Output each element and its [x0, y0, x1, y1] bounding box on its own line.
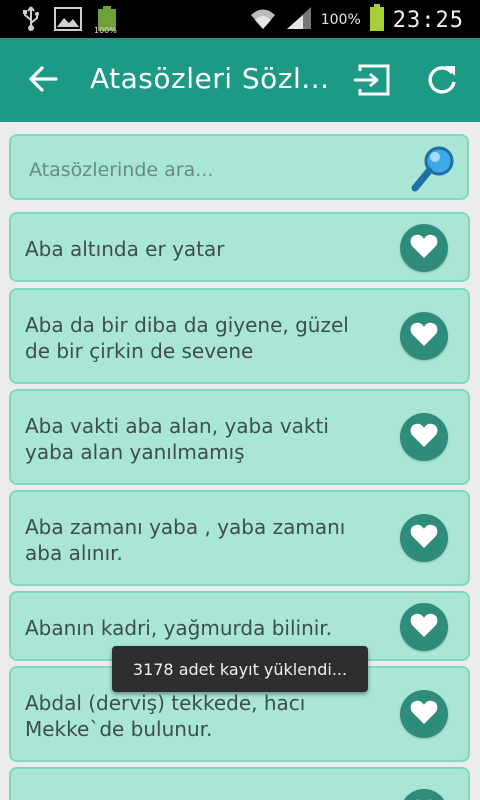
favorite-button[interactable]: [400, 312, 448, 360]
battery-notification-icon: 100%: [94, 6, 118, 36]
proverb-text: Aba da bir diba da giyene, güzel de bir …: [25, 313, 349, 363]
status-left-icons: 100%: [22, 6, 118, 36]
search-input[interactable]: [27, 154, 391, 186]
proverb-text: Aba altında er yatar: [25, 237, 225, 261]
list-item[interactable]: Aba zamanı yaba , yaba zamanı aba alınır…: [9, 490, 470, 586]
clock: 23:25: [392, 7, 464, 33]
proverb-text: Abdal (derviş) tekkede, hacı Mekke`de bu…: [25, 691, 306, 741]
page-title: Atasözleri Sözl...: [90, 62, 330, 95]
favorite-button[interactable]: [400, 690, 448, 738]
usb-icon: [22, 6, 40, 36]
favorite-button[interactable]: [400, 224, 448, 272]
list-item[interactable]: [9, 767, 470, 800]
wifi-icon: [249, 5, 277, 35]
heart-icon: [410, 699, 438, 729]
main-content: Aba altında er yatar Aba da bir diba da …: [0, 122, 480, 800]
app-bar: Atasözleri Sözl...: [0, 38, 480, 122]
battery-percent: 100%: [320, 12, 361, 28]
status-bar: 100% 100% 23:25: [0, 0, 480, 38]
gallery-icon: [54, 7, 82, 35]
heart-icon: [410, 422, 438, 452]
heart-icon: [410, 233, 438, 263]
search-icon[interactable]: [409, 144, 457, 194]
proverb-text: Aba vakti aba alan, yaba vakti yaba alan…: [25, 414, 329, 464]
proverb-text: Abanın kadri, yağmurda bilinir.: [25, 616, 333, 640]
export-button[interactable]: [352, 62, 392, 100]
back-arrow-icon: [28, 66, 58, 96]
heart-icon: [410, 612, 438, 642]
signal-icon: [285, 5, 313, 35]
status-right-icons: 100% 23:25: [249, 4, 464, 36]
toast-message: 3178 adet kayıt yüklendi...: [112, 646, 368, 692]
refresh-icon: [424, 66, 460, 102]
back-button[interactable]: [24, 62, 62, 100]
list-item[interactable]: Aba vakti aba alan, yaba vakti yaba alan…: [9, 389, 470, 485]
favorite-button[interactable]: [400, 603, 448, 651]
battery-small-label: 100%: [94, 26, 117, 35]
list-item[interactable]: Aba da bir diba da giyene, güzel de bir …: [9, 288, 470, 384]
favorite-button[interactable]: [400, 413, 448, 461]
export-icon: [352, 64, 392, 104]
favorite-button[interactable]: [400, 789, 448, 800]
heart-icon: [410, 321, 438, 351]
refresh-button[interactable]: [424, 62, 464, 100]
heart-icon: [410, 523, 438, 553]
favorite-button[interactable]: [400, 514, 448, 562]
search-box: [9, 134, 469, 200]
proverb-text: Aba zamanı yaba , yaba zamanı aba alınır…: [25, 515, 346, 565]
list-item[interactable]: Aba altında er yatar: [9, 212, 470, 282]
battery-icon: [369, 4, 385, 36]
